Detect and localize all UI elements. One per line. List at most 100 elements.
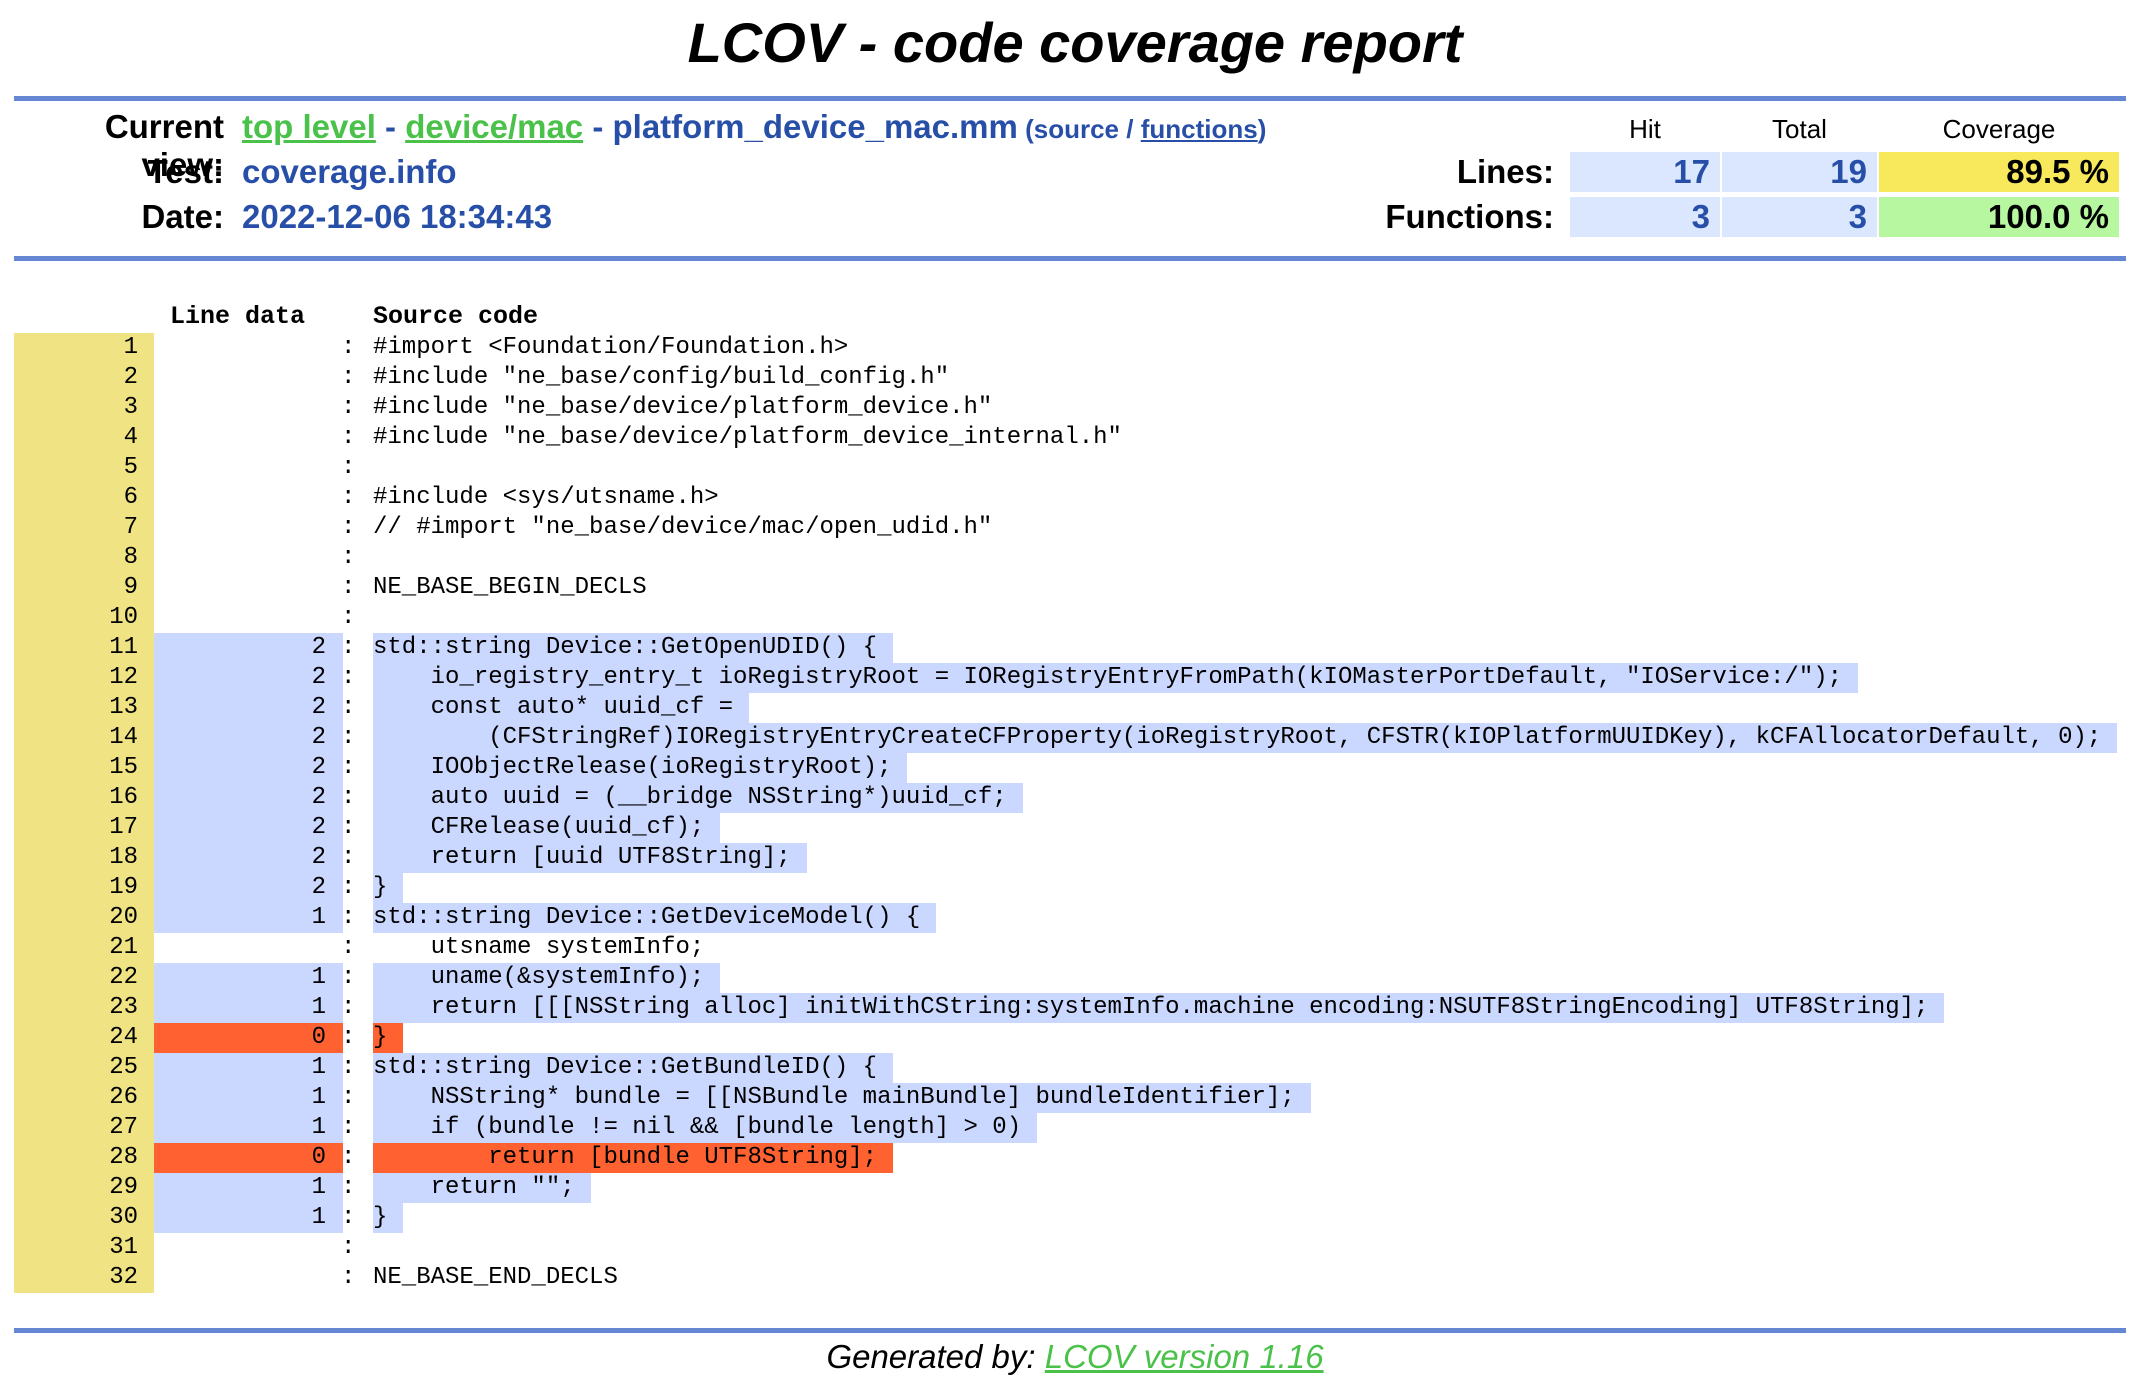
source-code: const auto* uuid_cf = (373, 693, 749, 723)
separator-colon: : (341, 1204, 356, 1231)
line-number: 4 (14, 423, 154, 453)
source-line: 12 2: io_registry_entry_t ioRegistryRoot … (0, 663, 2150, 693)
source-line: 5: (0, 453, 2150, 483)
line-number: 30 (14, 1203, 154, 1233)
source-line: 21: utsname systemInfo; (0, 933, 2150, 963)
hit-count: 2 (311, 814, 326, 841)
source-code: } (373, 873, 404, 903)
hit-count: 1 (311, 904, 326, 931)
line-number: 16 (14, 783, 154, 813)
separator-colon: : (341, 1234, 356, 1261)
separator-colon: : (341, 454, 356, 481)
separator-colon: : (341, 484, 356, 511)
separator-colon: : (341, 514, 356, 541)
separator-colon: : (341, 874, 356, 901)
paren-open: ( (1017, 114, 1034, 144)
source-line: 13 2: const auto* uuid_cf = (0, 693, 2150, 723)
hit-count (154, 933, 326, 963)
source-code: (CFStringRef)IORegistryEntryCreateCFProp… (373, 723, 2117, 753)
hit-count: 2 (311, 664, 326, 691)
source-code: #import <Foundation/Foundation.h> (373, 334, 849, 361)
source-code: auto uuid = (__bridge NSString*)uuid_cf; (373, 783, 1023, 813)
line-number: 25 (14, 1053, 154, 1083)
breadcrumb-current-file: platform_device_mac.mm (612, 108, 1018, 145)
separator-colon: : (341, 1174, 356, 1201)
hit-count: 2 (311, 784, 326, 811)
lines-label: Lines: (1456, 153, 1554, 190)
source-code: uname(&systemInfo); (373, 963, 721, 993)
line-number: 19 (14, 873, 154, 903)
page-title: LCOV - code coverage report (687, 11, 1463, 74)
view-toggle: (source / functions) (1017, 114, 1266, 144)
test-value: coverage.info (242, 153, 457, 190)
line-number: 23 (14, 993, 154, 1023)
line-number: 2 (14, 363, 154, 393)
breadcrumb-separator: - (375, 108, 406, 145)
separator-colon: : (341, 784, 356, 811)
line-number: 20 (14, 903, 154, 933)
source-view-label: source (1033, 114, 1120, 144)
line-number: 11 (14, 633, 154, 663)
hit-count (154, 423, 326, 453)
top-rule (14, 96, 2126, 101)
lines-total: 19 (1722, 152, 1877, 192)
source-line: 20 1: std::string Device::GetDeviceModel()… (0, 903, 2150, 933)
separator-colon: : (341, 934, 356, 961)
source-line: 18 2: return [uuid UTF8String]; (0, 843, 2150, 873)
hit-count: 2 (311, 634, 326, 661)
source-code: NE_BASE_BEGIN_DECLS (373, 574, 647, 601)
line-number: 24 (14, 1023, 154, 1053)
source-line: 27 1: if (bundle != nil && [bundle length… (0, 1113, 2150, 1143)
hit-count: 1 (311, 1114, 326, 1141)
hit-count: 2 (311, 724, 326, 751)
functions-label: Functions: (1385, 198, 1554, 235)
hit-count (154, 513, 326, 543)
breadcrumb-top-level-link[interactable]: top level (242, 108, 376, 145)
source-code: return [[[NSString alloc] initWithCStrin… (373, 993, 1945, 1023)
view-separator: / (1119, 114, 1141, 144)
hit-count (154, 573, 326, 603)
line-number: 32 (14, 1263, 154, 1293)
separator-colon: : (341, 574, 356, 601)
functions-hit: 3 (1570, 197, 1720, 237)
line-number: 6 (14, 483, 154, 513)
hit-count: 1 (311, 1174, 326, 1201)
source-line: 22 1: uname(&systemInfo); (0, 963, 2150, 993)
source-line: 17 2: CFRelease(uuid_cf); (0, 813, 2150, 843)
source-code: std::string Device::GetBundleID() { (373, 1053, 893, 1083)
hit-count (154, 363, 326, 393)
functions-view-link[interactable]: functions (1141, 114, 1258, 144)
source-code: } (373, 1203, 404, 1233)
line-number: 22 (14, 963, 154, 993)
source-line: 7: // #import "ne_base/device/mac/open_ud… (0, 513, 2150, 543)
hit-count (154, 453, 326, 483)
source-line: 31: (0, 1233, 2150, 1263)
source-line: 29 1: return ""; (0, 1173, 2150, 1203)
breadcrumb-dir-link[interactable]: device/mac (405, 108, 583, 145)
hit-count: 1 (311, 1054, 326, 1081)
lcov-version-link[interactable]: LCOV version 1.16 (1045, 1338, 1324, 1375)
source-line: 4: #include "ne_base/device/platform_devi… (0, 423, 2150, 453)
line-number: 13 (14, 693, 154, 723)
source-line: 25 1: std::string Device::GetBundleID() { (0, 1053, 2150, 1083)
separator-colon: : (341, 844, 356, 871)
hit-count: 1 (311, 964, 326, 991)
separator-colon: : (341, 1024, 356, 1051)
hit-count (154, 1263, 326, 1293)
line-number: 1 (14, 333, 154, 363)
line-number: 18 (14, 843, 154, 873)
source-line: 1: #import <Foundation/Foundation.h> (0, 333, 2150, 363)
source-line: 9: NE_BASE_BEGIN_DECLS (0, 573, 2150, 603)
hit-count: 0 (311, 1144, 326, 1171)
line-number: 15 (14, 753, 154, 783)
hit-count (154, 603, 326, 633)
source-code: #include <sys/utsname.h> (373, 484, 719, 511)
separator-colon: : (341, 364, 356, 391)
hit-count: 1 (311, 1204, 326, 1231)
source-code: io_registry_entry_t ioRegistryRoot = IOR… (373, 663, 1858, 693)
line-number: 17 (14, 813, 154, 843)
date-value: 2022-12-06 18:34:43 (242, 198, 553, 235)
functions-coverage: 100.0 % (1879, 197, 2119, 237)
source-code: return ""; (373, 1173, 591, 1203)
hit-count: 2 (311, 694, 326, 721)
